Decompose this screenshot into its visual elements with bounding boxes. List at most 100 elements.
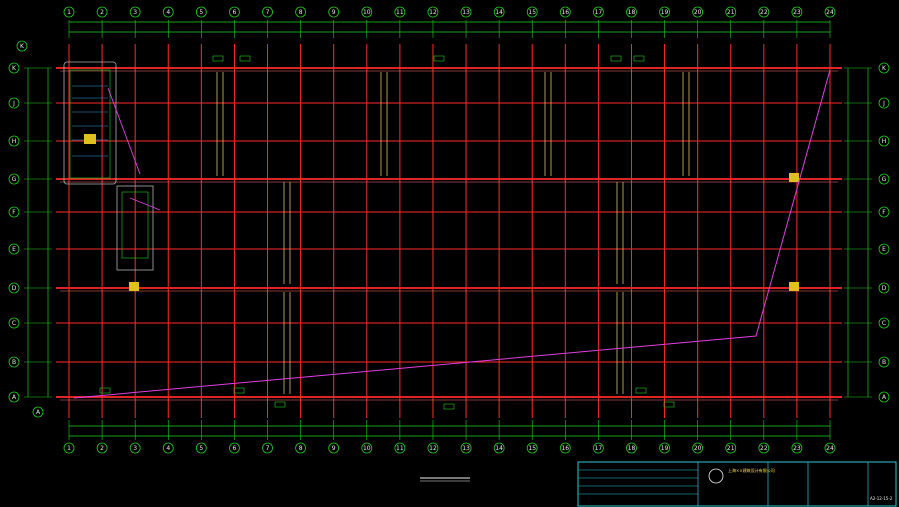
detail-fill <box>84 134 96 144</box>
column-bubble-top-label: 4 <box>166 9 170 16</box>
column-bubble-top-label: 22 <box>760 9 768 16</box>
leader-line <box>73 69 831 399</box>
column-bubble-top-label: 18 <box>628 9 636 16</box>
column-bubble-bottom-label: 4 <box>166 445 170 452</box>
column-bubble-bottom-label: 24 <box>826 445 834 452</box>
column-marker <box>129 282 139 291</box>
column-marker <box>789 173 799 182</box>
column-bubble-top-label: 6 <box>233 9 237 16</box>
company-name: 上海××建筑设计有限公司 <box>728 467 775 473</box>
structure-joints <box>129 72 799 394</box>
column-bubble-top-label: 12 <box>429 9 437 16</box>
column-bubble-bottom-label: 2 <box>100 445 104 452</box>
leader-lines <box>73 69 831 399</box>
row-bubble-right-label: C <box>882 320 886 327</box>
wall-tag <box>99 387 111 394</box>
row-bubble-right-label: D <box>882 285 887 292</box>
column-bubble-bottom-label: 20 <box>694 445 702 452</box>
column-bubble-top-label: 21 <box>727 9 735 16</box>
wall-tag <box>239 55 251 62</box>
wall-tag <box>663 401 675 408</box>
column-bubble-bottom-label: 3 <box>133 445 137 452</box>
row-bubble-right-label: H <box>882 138 887 145</box>
row-bubble-left-label: C <box>12 320 16 327</box>
wall-tag <box>433 55 445 62</box>
column-bubble-bottom-label: 8 <box>299 445 303 452</box>
row-bubble-left-label: A <box>12 394 17 401</box>
column-bubble-bottom-label: 18 <box>628 445 636 452</box>
column-bubble-bottom-label: 10 <box>363 445 371 452</box>
detail-frame <box>63 61 117 185</box>
floor-plan-drawing: 1122334455667788991010111112121313141415… <box>8 6 897 507</box>
axis-grid <box>56 44 842 418</box>
wall-tag <box>212 55 224 62</box>
column-bubble-bottom-label: 7 <box>266 445 270 452</box>
column-bubble-bottom-label: 9 <box>332 445 336 452</box>
column-bubble-bottom-label: 13 <box>462 445 470 452</box>
row-bubble-right-label: A <box>882 394 887 401</box>
axis-bubbles: 1122334455667788991010111112121313141415… <box>8 6 890 454</box>
row-bubble-left-label: B <box>12 359 16 366</box>
column-bubble-top-label: 23 <box>793 9 801 16</box>
column-bubble-top-label: 10 <box>363 9 371 16</box>
wall-tag <box>233 387 245 394</box>
column-bubble-bottom-label: 23 <box>793 445 801 452</box>
leader-line <box>129 197 161 211</box>
row-bubble-left-label: F <box>12 209 16 216</box>
stair-detail <box>63 61 154 271</box>
column-bubble-top-label: 14 <box>495 9 503 16</box>
column-marker <box>789 282 799 291</box>
column-bubble-top-label: 7 <box>266 9 270 16</box>
column-bubble-top-label: 17 <box>595 9 603 16</box>
column-bubble-bottom-label: 22 <box>760 445 768 452</box>
callout-bubble-label: K <box>20 43 25 50</box>
column-bubble-bottom-label: 12 <box>429 445 437 452</box>
column-bubble-bottom-label: 15 <box>528 445 536 452</box>
column-bubble-bottom-label: 11 <box>396 445 404 452</box>
column-bubble-top-label: 20 <box>694 9 702 16</box>
column-bubble-top-label: 1 <box>67 9 71 16</box>
row-bubble-right-label: E <box>882 246 886 253</box>
column-bubble-top-label: 24 <box>826 9 834 16</box>
column-bubble-bottom-label: 19 <box>661 445 669 452</box>
column-bubble-bottom-label: 5 <box>199 445 203 452</box>
column-bubble-top-label: 19 <box>661 9 669 16</box>
column-bubble-top-label: 13 <box>462 9 470 16</box>
row-bubble-right-label: F <box>882 209 886 216</box>
row-bubble-right-label: K <box>882 65 887 72</box>
column-bubble-bottom-label: 17 <box>595 445 603 452</box>
row-bubble-right-label: J <box>882 100 885 107</box>
title-block: 上海××建筑设计有限公司 A2-12-15-2 <box>420 461 897 507</box>
column-bubble-bottom-label: 16 <box>561 445 569 452</box>
dimension-lines <box>24 20 872 440</box>
column-bubble-top-label: 15 <box>528 9 536 16</box>
row-bubble-left-label: K <box>12 65 17 72</box>
column-bubble-top-label: 16 <box>561 9 569 16</box>
column-bubble-top-label: 9 <box>332 9 336 16</box>
wall-tag <box>610 55 622 62</box>
column-bubble-top-label: 3 <box>133 9 137 16</box>
wall-tag <box>635 387 647 394</box>
row-bubble-left-label: H <box>12 138 17 145</box>
callout-bubble-label: A <box>36 409 41 416</box>
column-bubble-bottom-label: 6 <box>233 445 237 452</box>
column-bubble-top-label: 8 <box>299 9 303 16</box>
column-bubble-top-label: 11 <box>396 9 404 16</box>
row-bubble-right-label: B <box>882 359 886 366</box>
row-bubble-left-label: D <box>12 285 17 292</box>
row-bubble-left-label: J <box>12 100 15 107</box>
column-bubble-bottom-label: 1 <box>67 445 71 452</box>
column-bubble-bottom-label: 14 <box>495 445 503 452</box>
column-bubble-top-label: 2 <box>100 9 104 16</box>
wall-tag <box>443 403 455 410</box>
wall-tag <box>633 55 645 62</box>
wall-tag <box>274 401 286 408</box>
row-bubble-right-label: G <box>882 176 887 183</box>
cad-drawing-canvas[interactable]: 1 1 2 2 3 3 4 4 5 5 6 6 7 7 8 8 9 9 10 10 11 11 12 12 13 13 14 14 15… <box>0 0 899 507</box>
column-bubble-bottom-label: 21 <box>727 445 735 452</box>
sheet-number: A2-12-15-2 <box>870 496 893 501</box>
column-bubble-top-label: 5 <box>199 9 203 16</box>
row-bubble-left-label: E <box>12 246 16 253</box>
row-bubble-left-label: G <box>12 176 17 183</box>
company-logo-icon <box>708 468 724 484</box>
